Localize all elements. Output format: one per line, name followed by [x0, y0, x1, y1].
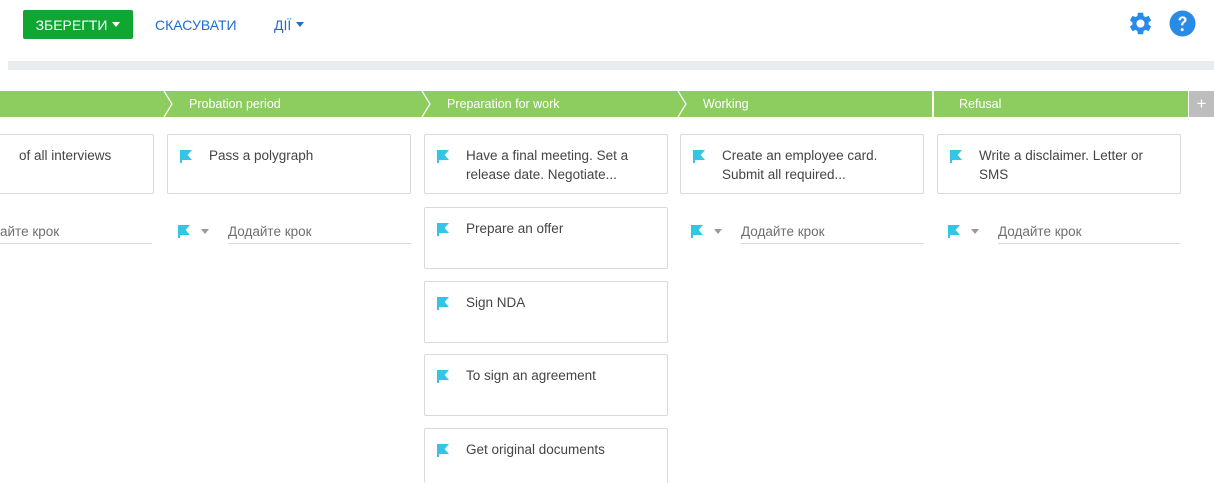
actions-menu-button[interactable]: ДІЇ [274, 10, 305, 39]
stage-0[interactable] [0, 91, 164, 117]
flag-icon [437, 223, 449, 236]
add-step-row [680, 218, 924, 244]
step-card[interactable]: Get original documents [424, 428, 668, 483]
stage-label: Refusal [959, 97, 1002, 111]
step-title: Have a final meeting. Set a release date… [466, 148, 629, 182]
step-card[interactable]: Write a disclaimer. Letter or SMS [937, 134, 1181, 194]
question-icon[interactable] [1169, 10, 1196, 37]
stage-separator [163, 91, 173, 117]
step-card[interactable]: Create an employee card. Submit all requ… [680, 134, 924, 194]
step-title: Pass a polygraph [209, 148, 314, 163]
flag-icon[interactable] [947, 224, 961, 238]
add-step-row [0, 218, 154, 244]
stage-working[interactable]: Working [678, 91, 932, 117]
cancel-button[interactable]: СКАСУВАТИ [155, 10, 237, 39]
stage-probation-period[interactable]: Probation period [164, 91, 422, 117]
actions-menu-label: ДІЇ [274, 16, 292, 33]
stage-label: Working [703, 97, 749, 111]
add-step-input[interactable] [998, 220, 1181, 244]
chevron-down-icon[interactable] [201, 228, 209, 234]
chevron-down-icon[interactable] [971, 228, 979, 234]
divider [8, 61, 1214, 70]
save-button-label: ЗБЕРЕГТИ [35, 16, 108, 33]
stage-label: Probation period [189, 97, 281, 111]
step-title: To sign an agreement [466, 368, 596, 383]
step-card[interactable]: To sign an agreement [424, 354, 668, 416]
step-title: Sign NDA [466, 295, 526, 310]
flag-icon[interactable] [690, 224, 704, 238]
step-title: Write a disclaimer. Letter or SMS [979, 148, 1144, 182]
flag-icon[interactable] [177, 224, 191, 238]
stage-separator [932, 91, 934, 117]
stage-preparation-for-work[interactable]: Preparation for work [422, 91, 678, 117]
flag-icon [950, 150, 962, 163]
step-card[interactable]: Sign NDA [424, 281, 668, 343]
chevron-down-icon [296, 22, 305, 27]
step-card[interactable]: Pass a polygraph [167, 134, 411, 194]
plus-icon: + [1196, 94, 1207, 113]
flag-icon [437, 150, 449, 163]
add-step-input[interactable] [741, 220, 924, 244]
step-card[interactable]: Have a final meeting. Set a release date… [424, 134, 668, 194]
add-step-row [167, 218, 411, 244]
gear-icon[interactable] [1127, 10, 1154, 37]
step-title: Create an employee card. Submit all requ… [722, 148, 878, 182]
cancel-button-label: СКАСУВАТИ [155, 16, 237, 33]
step-title: Get original documents [466, 442, 605, 457]
stage-separator [421, 91, 431, 117]
save-button[interactable]: ЗБЕРЕГТИ [23, 10, 133, 39]
flag-icon [437, 370, 449, 383]
chevron-down-icon [112, 22, 121, 27]
add-stage-button[interactable]: + [1189, 91, 1214, 117]
stage-bar: Probation period Preparation for work Wo… [0, 91, 1214, 117]
chevron-down-icon[interactable] [714, 228, 722, 234]
step-card[interactable]: Prepare an offer [424, 207, 668, 269]
step-title: of all interviews [19, 148, 112, 163]
stage-separator [677, 91, 687, 117]
step-card[interactable]: of all interviews [0, 134, 154, 194]
stage-label: Preparation for work [447, 97, 560, 111]
flag-icon [180, 150, 192, 163]
step-title: Prepare an offer [466, 221, 564, 236]
add-step-input[interactable] [0, 220, 152, 244]
flag-icon [437, 297, 449, 310]
flag-icon [693, 150, 705, 163]
flag-icon [437, 444, 449, 457]
stage-refusal[interactable]: Refusal [934, 91, 1188, 117]
add-step-input[interactable] [228, 220, 411, 244]
add-step-row [937, 218, 1181, 244]
